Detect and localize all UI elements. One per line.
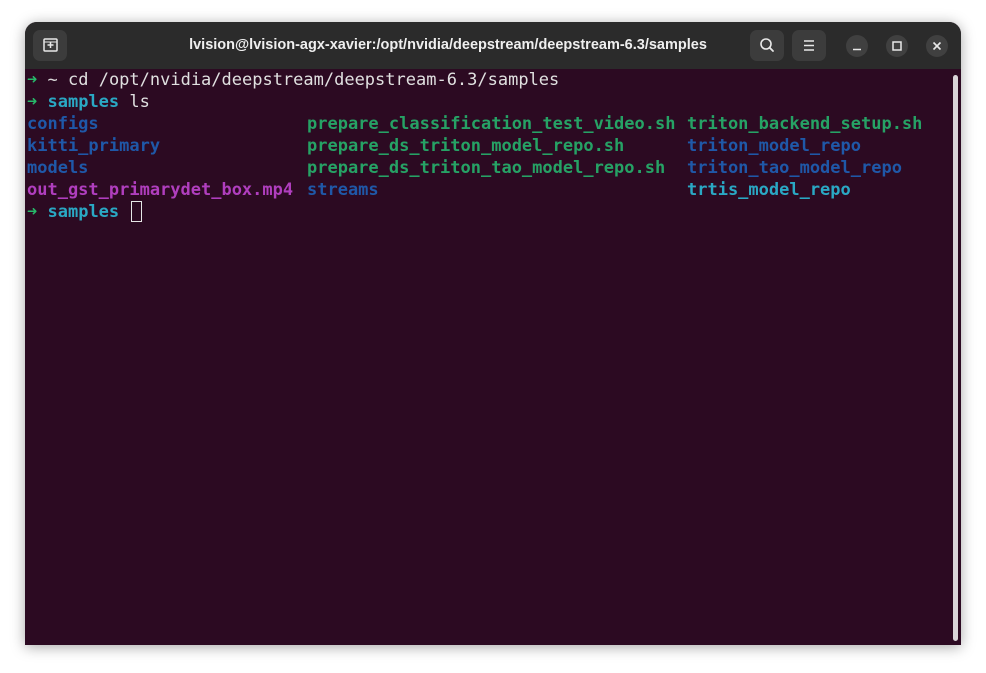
prompt-directory: samples [47,92,120,112]
new-tab-icon [43,38,58,52]
ls-entry-directory: configs [27,114,99,134]
menu-button[interactable] [792,30,826,61]
text-cursor [131,201,143,222]
window-title: lvision@lvision-agx-xavier:/opt/nvidia/d… [189,37,707,53]
ls-entry-executable: prepare_ds_triton_tao_model_repo.sh [307,158,666,178]
ls-entry-media-file: out_gst_primarydet_box.mp4 [27,180,294,200]
prompt-arrow-icon: ➜ [27,70,38,90]
ls-entry-executable: triton_backend_setup.sh [687,114,923,134]
ls-entry-directory: triton_model_repo [687,136,861,156]
title-bar[interactable]: lvision@lvision-agx-xavier:/opt/nvidia/d… [25,22,961,69]
ls-entry-directory: models [27,158,89,178]
scrollbar[interactable] [953,75,958,641]
search-button[interactable] [750,30,784,61]
prompt-line: ➜ ~ cd /opt/nvidia/deepstream/deepstream… [27,69,559,91]
search-icon [760,38,774,52]
ls-entry-directory: kitti_primary [27,136,161,156]
ls-entry-directory: streams [307,180,379,200]
terminal-output-area[interactable]: ➜ ~ cd /opt/nvidia/deepstream/deepstream… [25,69,961,645]
prompt-arrow-icon: ➜ [27,92,38,112]
prompt-arrow-icon: ➜ [27,202,38,222]
minimize-button[interactable] [846,35,868,57]
new-tab-button[interactable] [33,30,67,61]
prompt-directory: samples [47,202,120,222]
close-icon [932,41,942,51]
prompt-line: ➜ samples ls [27,91,150,113]
maximize-icon [892,41,902,51]
command-text: cd /opt/nvidia/deepstream/deepstream-6.3… [68,70,560,90]
terminal-window: lvision@lvision-agx-xavier:/opt/nvidia/d… [25,22,961,645]
prompt-line: ➜ samples [27,201,143,223]
command-text: ls [129,92,150,112]
ls-entry-directory: trtis_model_repo [687,180,851,200]
ls-entry-directory: triton_tao_model_repo [687,158,902,178]
ls-entry-executable: prepare_ds_triton_model_repo.sh [307,136,625,156]
maximize-button[interactable] [886,35,908,57]
hamburger-menu-icon [804,40,814,51]
close-button[interactable] [926,35,948,57]
prompt-directory: ~ [47,70,58,90]
ls-entry-executable: prepare_classification_test_video.sh [307,114,676,134]
minimize-icon [853,48,861,51]
